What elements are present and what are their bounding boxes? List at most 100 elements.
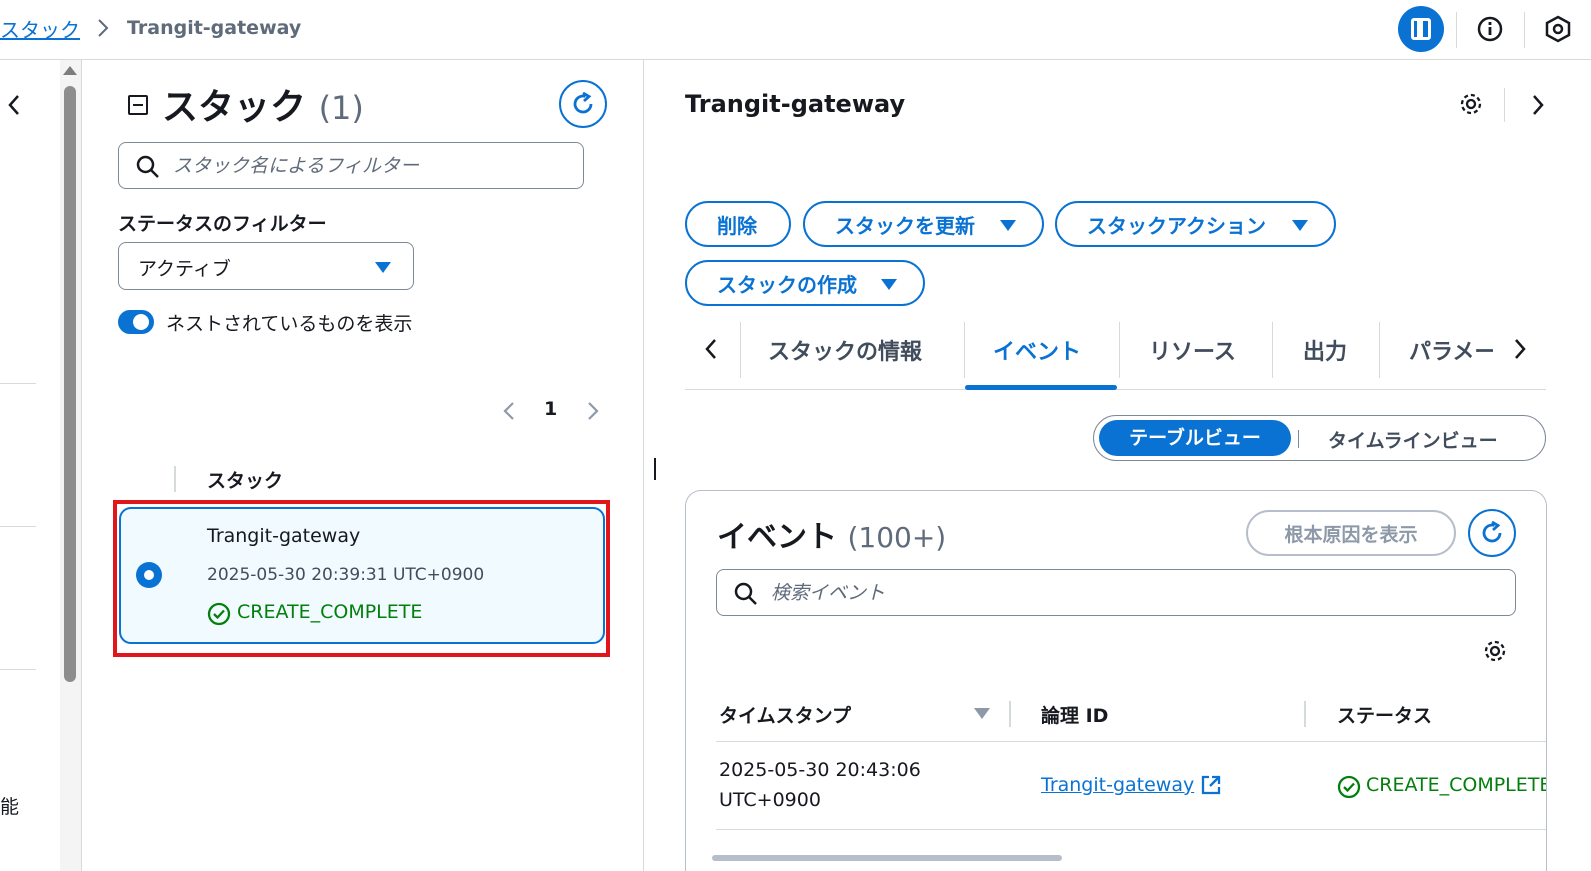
events-search[interactable] xyxy=(716,569,1516,616)
status-filter-select[interactable]: アクティブ xyxy=(118,242,414,290)
pane-divider xyxy=(643,60,644,871)
stacks-title-text: スタック xyxy=(162,87,307,128)
tab-separator xyxy=(740,322,741,378)
event-timestamp-date: 2025-05-30 20:43:06 xyxy=(719,759,921,781)
collapse-panel-icon[interactable] xyxy=(128,95,148,115)
success-check-icon xyxy=(1337,775,1361,799)
nav-collapse-chevron-icon[interactable] xyxy=(6,92,22,118)
column-separator xyxy=(1304,701,1306,727)
toolbar-divider xyxy=(1456,12,1457,48)
create-stack-label: スタックの作成 xyxy=(717,272,857,297)
column-header-timestamp[interactable]: タイムスタンプ xyxy=(719,701,851,728)
stack-filter-input[interactable] xyxy=(173,152,573,180)
caret-down-icon xyxy=(881,279,897,290)
breadcrumb-stacks-link[interactable]: スタック xyxy=(0,14,80,43)
tab-outputs[interactable]: 出力 xyxy=(1303,334,1347,366)
horizontal-scrollbar-thumb[interactable] xyxy=(712,855,1062,861)
show-nested-label: ネストされているものを表示 xyxy=(166,313,413,335)
toolbar-divider xyxy=(1504,88,1505,122)
tab-separator xyxy=(1272,322,1273,378)
table-view-segment[interactable]: テーブルビュー xyxy=(1099,420,1291,456)
segment-divider xyxy=(1298,430,1299,448)
tab-stack-info[interactable]: スタックの情報 xyxy=(768,334,922,366)
stack-status: CREATE_COMPLETE xyxy=(237,601,423,623)
side-navigation-collapsed xyxy=(0,60,60,871)
tab-separator xyxy=(1379,322,1380,378)
info-icon[interactable] xyxy=(1476,15,1504,43)
tab-resources[interactable]: リソース xyxy=(1149,334,1236,366)
table-settings-gear-icon[interactable] xyxy=(1482,638,1508,664)
column-separator xyxy=(1009,701,1011,727)
tab-separator xyxy=(964,322,965,378)
breadcrumb-separator-icon xyxy=(96,16,110,40)
panel-icon xyxy=(1411,18,1431,40)
caret-down-icon xyxy=(1292,220,1308,231)
column-separator xyxy=(174,466,176,492)
nav-divider xyxy=(0,669,36,670)
toolbar-divider xyxy=(1524,12,1525,48)
tabs-scroll-left-icon[interactable] xyxy=(703,336,719,362)
tabs-scroll-right-icon[interactable] xyxy=(1512,336,1528,362)
chevron-right-icon[interactable] xyxy=(1530,92,1546,118)
stacks-refresh-button[interactable] xyxy=(559,80,607,128)
events-title-text: イベント xyxy=(717,520,837,555)
refresh-icon xyxy=(1482,521,1502,543)
show-nested-toggle[interactable] xyxy=(118,310,154,334)
event-status: CREATE_COMPLETE xyxy=(1366,774,1546,796)
stack-column-header: スタック xyxy=(207,470,284,492)
scroll-up-arrow-icon[interactable] xyxy=(63,66,77,75)
settings-gear-icon[interactable] xyxy=(1458,91,1484,117)
update-stack-button[interactable]: スタックを更新 xyxy=(803,201,1044,247)
events-refresh-button[interactable] xyxy=(1468,509,1516,557)
create-stack-button[interactable]: スタックの作成 xyxy=(685,260,925,306)
events-search-input[interactable] xyxy=(771,579,1501,607)
show-root-cause-button[interactable]: 根本原因を表示 xyxy=(1246,510,1456,556)
breadcrumb-current: Trangit-gateway xyxy=(127,17,302,39)
event-timestamp-zone: UTC+0900 xyxy=(719,789,821,811)
update-stack-label: スタックを更新 xyxy=(835,213,975,238)
stack-created-time: 2025-05-30 20:39:31 UTC+0900 xyxy=(207,565,485,585)
stack-select-radio[interactable] xyxy=(136,562,162,588)
pane-resize-handle[interactable] xyxy=(654,458,656,480)
stack-actions-label: スタックアクション xyxy=(1087,213,1266,238)
sort-descending-icon[interactable] xyxy=(974,708,990,719)
tab-separator xyxy=(1119,322,1120,378)
tab-parameters-clip: パラメー xyxy=(1409,334,1493,366)
stack-detail-title: Trangit-gateway xyxy=(685,90,906,118)
events-count: (100+) xyxy=(847,521,947,554)
stack-actions-button[interactable]: スタックアクション xyxy=(1055,201,1336,247)
feedback-icon[interactable] xyxy=(1544,15,1574,43)
delete-button-label: 削除 xyxy=(717,213,757,238)
caret-down-icon xyxy=(375,262,391,273)
tab-parameters[interactable]: パラメー xyxy=(1409,334,1493,366)
status-filter-label: ステータスのフィルター xyxy=(118,213,327,235)
search-icon xyxy=(733,581,759,607)
active-tab-indicator xyxy=(965,385,1117,390)
timeline-view-segment[interactable]: タイムラインビュー xyxy=(1328,426,1498,453)
pagination-next-icon[interactable] xyxy=(586,399,600,423)
stacks-count: (1) xyxy=(318,89,364,127)
refresh-icon xyxy=(573,92,593,114)
table-row-divider xyxy=(716,829,1546,830)
stacks-panel-title: スタック (1) xyxy=(162,78,364,130)
tab-events[interactable]: イベント xyxy=(993,334,1081,366)
stack-filter-search[interactable] xyxy=(118,142,584,189)
pagination-current-page[interactable]: 1 xyxy=(544,398,557,420)
split-panel-toggle-button[interactable] xyxy=(1398,6,1444,52)
column-header-status[interactable]: ステータス xyxy=(1337,701,1432,728)
nav-partial-text: 能 xyxy=(0,796,20,818)
status-filter-value: アクティブ xyxy=(138,258,231,280)
external-link-icon[interactable] xyxy=(1200,774,1222,796)
delete-button[interactable]: 削除 xyxy=(685,201,791,247)
top-bar: スタック Trangit-gateway xyxy=(0,0,1591,60)
event-status-clip: CREATE_COMPLETE xyxy=(1366,774,1546,802)
pagination-prev-icon[interactable] xyxy=(502,399,516,423)
events-title: イベント (100+) xyxy=(717,512,946,556)
nav-divider xyxy=(0,526,36,527)
scrollbar-thumb[interactable] xyxy=(64,86,76,682)
stack-name: Trangit-gateway xyxy=(207,525,361,547)
event-logical-id-link[interactable]: Trangit-gateway xyxy=(1041,774,1194,796)
search-icon xyxy=(135,154,161,180)
caret-down-icon xyxy=(1000,220,1016,231)
column-header-logical-id[interactable]: 論理 ID xyxy=(1041,701,1108,728)
